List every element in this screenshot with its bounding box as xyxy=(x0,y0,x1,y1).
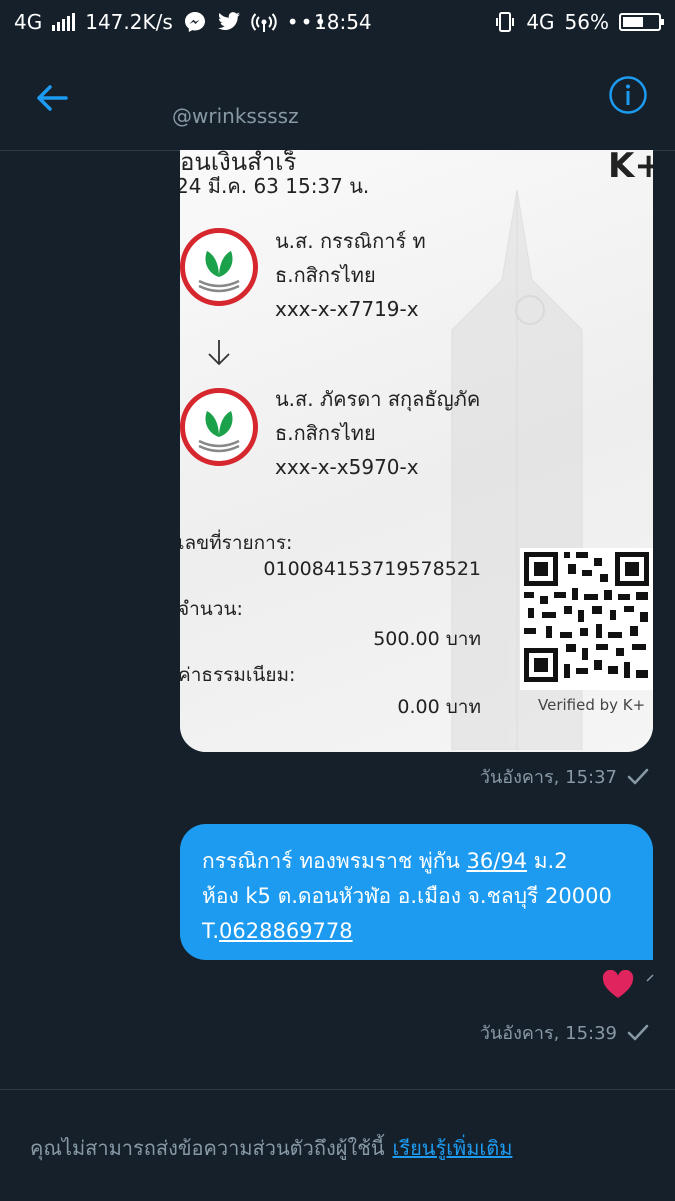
amount-value: 500.00 บาท xyxy=(373,628,481,650)
back-arrow-icon[interactable] xyxy=(32,78,72,118)
hotspot-icon xyxy=(251,13,277,32)
message-timestamp: วันอังคาร, 15:37 xyxy=(479,767,617,788)
message-timestamp: วันอังคาร, 15:39 xyxy=(479,1023,617,1044)
network-speed: 147.2K/s xyxy=(85,10,173,34)
message-meta: วันอังคาร, 15:39 xyxy=(480,1018,649,1047)
fee-value: 0.00 บาท xyxy=(397,696,481,718)
ref-value: 010084153719578521 xyxy=(263,558,481,580)
arrow-down-icon xyxy=(208,340,230,366)
status-left: 4G 147.2K/s ••• xyxy=(14,10,328,34)
amount-label: จำนวน: xyxy=(180,598,243,620)
sender-info: น.ส. กรรณิการ์ ท ธ.กสิกรไทย xxx-x-x7719-… xyxy=(275,224,426,326)
signal-icon xyxy=(52,13,76,31)
sender-account: xxx-x-x7719-x xyxy=(275,297,419,321)
message-text-3a: T. xyxy=(202,919,220,943)
sender-bank: ธ.กสิกรไทย xyxy=(275,263,376,287)
message-meta: วันอังคาร, 15:37 xyxy=(480,762,649,791)
message-line-2: ห้อง k5 ต.ดอนหัวฬ่อ อ.เมือง จ.ชลบุรี 200… xyxy=(202,884,612,908)
network-type: 4G xyxy=(14,10,43,34)
conversation-header: @wrinkssssz xyxy=(0,48,675,151)
receiver-account: xxx-x-x5970-x xyxy=(275,455,419,479)
transfer-slip-image[interactable]: อนเงินสำเร็ K+ 24 มี.ค. 63 15:37 น. น.ส.… xyxy=(180,150,653,752)
message-link-address[interactable]: 36/94 xyxy=(466,849,527,873)
network-type-right: 4G xyxy=(526,10,555,34)
verified-label: Verified by K+ xyxy=(538,696,646,714)
receiver-name: น.ส. ภัครดา สกุลธัญภัค xyxy=(275,387,481,411)
check-icon xyxy=(627,768,649,784)
slip-date: 24 มี.ค. 63 15:37 น. xyxy=(180,174,370,198)
conversation-handle: @wrinkssssz xyxy=(172,104,299,128)
kplus-logo: K+ xyxy=(608,150,653,186)
messenger-icon xyxy=(184,12,205,32)
message-link-phone[interactable]: 0628869778 xyxy=(219,919,353,943)
kbank-logo-sender xyxy=(180,228,258,306)
battery-icon xyxy=(619,13,664,31)
heart-icon[interactable] xyxy=(602,970,634,1000)
status-right: 4G 56% xyxy=(494,10,664,34)
message-line-1: กรรณิการ์ ทองพรมราช พู่กัน 36/94 ม.2 xyxy=(202,844,631,879)
receiver-info: น.ส. ภัครดา สกุลธัญภัค ธ.กสิกรไทย xxx-x-… xyxy=(275,382,480,484)
vibrate-icon xyxy=(496,12,515,32)
kbank-logo-receiver xyxy=(180,388,258,466)
sender-name: น.ส. กรรณิการ์ ท xyxy=(275,229,426,253)
receiver-bank: ธ.กสิกรไทย xyxy=(275,421,376,445)
dm-disabled-footer: คุณไม่สามารถส่งข้อความส่วนตัวถึงผู้ใช้นี… xyxy=(0,1089,675,1201)
message-text-1a: กรรณิการ์ ทองพรมราช พู่กัน xyxy=(202,849,467,873)
message-line-3: T.0628869778 xyxy=(202,914,631,949)
footer-notice: คุณไม่สามารถส่งข้อความส่วนตัวถึงผู้ใช้นี… xyxy=(30,1132,512,1164)
footer-text: คุณไม่สามารถส่งข้อความส่วนตัวถึงผู้ใช้นี… xyxy=(30,1136,385,1160)
clock: 18:54 xyxy=(314,10,372,34)
status-bar: 4G 147.2K/s ••• 18:54 4G 56% xyxy=(0,0,675,48)
message-text-1b: ม.2 xyxy=(527,849,568,873)
message-bubble[interactable]: กรรณิการ์ ทองพรมราช พู่กัน 36/94 ม.2 ห้อ… xyxy=(180,824,653,960)
qr-code xyxy=(520,548,653,690)
check-icon xyxy=(627,1024,649,1040)
twitter-icon xyxy=(217,12,240,31)
ref-label: เลขที่รายการ: xyxy=(180,532,293,554)
battery-percent: 56% xyxy=(564,10,609,34)
reaction-tail-icon xyxy=(646,974,654,982)
info-icon[interactable] xyxy=(608,75,648,115)
learn-more-link[interactable]: เรียนรู้เพิ่มเติม xyxy=(393,1136,513,1160)
fee-label: ค่าธรรมเนียม: xyxy=(180,664,296,686)
